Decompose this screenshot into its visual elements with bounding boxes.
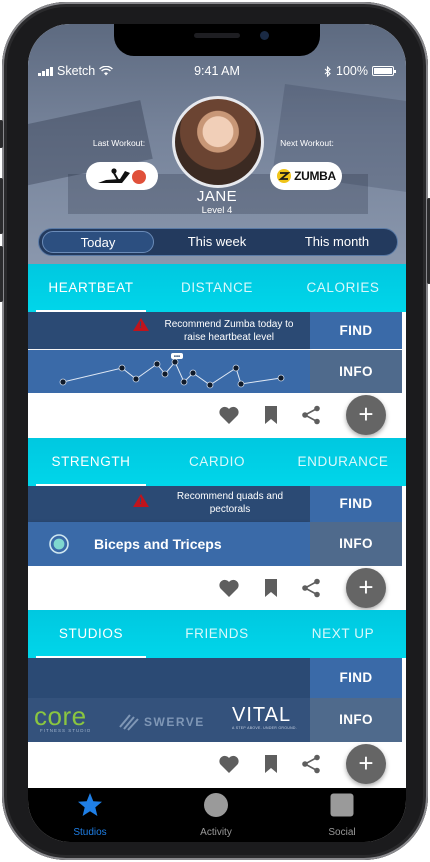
tab-next-up[interactable]: NEXT UP xyxy=(280,610,406,658)
avatar[interactable] xyxy=(172,96,264,188)
core-logo-subtext: FITNESS STUDIO xyxy=(40,728,92,733)
strength-card: STRENGTH CARDIO ENDURANCE Recommend quad… xyxy=(28,438,406,610)
next-workout-badge[interactable]: ZUMBA xyxy=(270,162,342,190)
recommendation-line-1: Recommend quads and xyxy=(176,491,284,502)
silent-switch xyxy=(0,120,3,148)
swerve-logo[interactable]: SWERVE xyxy=(118,712,205,732)
volume-down-button xyxy=(0,246,3,302)
tab-distance[interactable]: DISTANCE xyxy=(154,264,280,312)
status-right: 100% xyxy=(324,64,396,78)
recommendation-line-2: pectorals xyxy=(209,504,251,515)
bluetooth-icon xyxy=(324,65,331,77)
find-button[interactable]: FIND xyxy=(310,658,402,698)
heartbeat-chart-row: ••• xyxy=(28,350,310,393)
tab-heartbeat[interactable]: HEARTBEAT xyxy=(28,264,154,312)
studios-empty-row xyxy=(28,658,310,698)
add-button[interactable]: + xyxy=(346,395,386,435)
heart-icon[interactable] xyxy=(218,405,240,425)
warning-icon xyxy=(133,318,149,331)
bookmark-icon[interactable] xyxy=(260,578,282,598)
card-actions: + xyxy=(28,393,406,437)
add-button[interactable]: + xyxy=(346,744,386,784)
volume-up-button xyxy=(0,178,3,234)
find-button[interactable]: FIND xyxy=(310,486,402,522)
recommendation-line-1: Recommend Zumba today to xyxy=(164,319,294,330)
profile-header: Sketch 9:41 AM 100% Last Workout: Next W… xyxy=(28,24,406,264)
sparkline-marker: ••• xyxy=(174,355,180,361)
heart-icon[interactable] xyxy=(218,754,240,774)
heartbeat-sparkline: ••• xyxy=(59,353,285,389)
radio-selected-icon[interactable] xyxy=(48,533,70,555)
heartbeat-card-tabs: HEARTBEAT DISTANCE CALORIES xyxy=(28,264,406,312)
heart-icon[interactable] xyxy=(218,578,240,598)
share-icon[interactable] xyxy=(300,405,322,425)
square-icon xyxy=(330,793,354,817)
swerve-mark-icon xyxy=(119,714,139,731)
range-option-today[interactable]: Today xyxy=(42,231,154,253)
studio-logos-row: core FITNESS STUDIO SWERVE VITAL A STEP … xyxy=(28,698,310,742)
battery-percent: 100% xyxy=(336,64,368,78)
bookmark-icon[interactable] xyxy=(260,405,282,425)
add-button[interactable]: + xyxy=(346,568,386,608)
star-icon xyxy=(78,793,102,816)
workout-silhouette-icon xyxy=(98,168,146,184)
heartbeat-card: HEARTBEAT DISTANCE CALORIES Recommend Zu… xyxy=(28,264,406,437)
tab-bar-social[interactable]: Social xyxy=(302,792,382,838)
tab-strength[interactable]: STRENGTH xyxy=(28,438,154,486)
tab-calories[interactable]: CALORIES xyxy=(280,264,406,312)
user-level: Level 4 xyxy=(201,205,233,216)
tab-bar-label: Social xyxy=(328,827,356,838)
warning-icon xyxy=(133,494,149,507)
tab-bar-studios[interactable]: Studios xyxy=(50,792,130,838)
card-actions: + xyxy=(28,566,406,610)
status-bar: Sketch 9:41 AM 100% xyxy=(28,62,406,80)
vital-logo[interactable]: VITAL A STEP ABOVE. UNDER GROUND. xyxy=(232,704,304,730)
tab-cardio[interactable]: CARDIO xyxy=(154,438,280,486)
tab-friends[interactable]: FRIENDS xyxy=(154,610,280,658)
vital-logo-subtext: A STEP ABOVE. UNDER GROUND. xyxy=(232,726,298,730)
core-logo-text: core xyxy=(34,701,87,731)
studios-card-tabs: STUDIOS FRIENDS NEXT UP xyxy=(28,610,406,658)
speaker xyxy=(194,33,240,38)
recommendation-text: Recommend quads and pectorals xyxy=(160,490,300,516)
tab-bar-label: Activity xyxy=(200,827,232,838)
tab-bar-activity[interactable]: Activity xyxy=(176,792,256,838)
next-workout-logo-text: ZUMBA xyxy=(294,169,336,183)
date-range-segmented-control: Today This week This month xyxy=(38,228,398,256)
front-camera xyxy=(260,31,269,40)
exercise-row[interactable]: Biceps and Triceps xyxy=(28,522,310,566)
info-button[interactable]: INFO xyxy=(310,698,402,742)
last-workout-label: Last Workout: xyxy=(92,138,146,148)
zumba-logo-icon xyxy=(277,169,292,183)
info-button[interactable]: INFO xyxy=(310,350,402,393)
screen: Sketch 9:41 AM 100% Last Workout: Next W… xyxy=(28,24,406,842)
bookmark-icon[interactable] xyxy=(260,754,282,774)
studios-card: STUDIOS FRIENDS NEXT UP FIND core FITNES… xyxy=(28,610,406,786)
next-workout-label: Next Workout: xyxy=(280,138,334,148)
share-icon[interactable] xyxy=(300,578,322,598)
recommendation-text: Recommend Zumba today to raise heartbeat… xyxy=(154,318,304,344)
exercise-label: Biceps and Triceps xyxy=(94,536,222,552)
last-workout-badge[interactable] xyxy=(86,162,158,190)
info-button[interactable]: INFO xyxy=(310,522,402,566)
swerve-logo-text: SWERVE xyxy=(144,715,205,729)
find-button[interactable]: FIND xyxy=(310,312,402,349)
recommendation-line-2: raise heartbeat level xyxy=(183,332,275,343)
core-logo[interactable]: core FITNESS STUDIO xyxy=(34,701,108,738)
bottom-tab-bar: Studios Activity Social xyxy=(28,788,406,842)
user-name: JANE xyxy=(196,188,238,205)
range-option-this-week[interactable]: This week xyxy=(160,231,274,253)
circle-icon xyxy=(204,793,228,817)
tab-studios[interactable]: STUDIOS xyxy=(28,610,154,658)
vital-logo-text: VITAL xyxy=(232,704,292,726)
card-actions: + xyxy=(28,742,406,786)
notch xyxy=(114,24,320,56)
range-option-this-month[interactable]: This month xyxy=(280,231,394,253)
tab-endurance[interactable]: ENDURANCE xyxy=(280,438,406,486)
tab-bar-label: Studios xyxy=(73,827,107,838)
strength-card-tabs: STRENGTH CARDIO ENDURANCE xyxy=(28,438,406,486)
battery-icon xyxy=(372,66,396,76)
share-icon[interactable] xyxy=(300,754,322,774)
phone-frame: Sketch 9:41 AM 100% Last Workout: Next W… xyxy=(0,2,430,860)
